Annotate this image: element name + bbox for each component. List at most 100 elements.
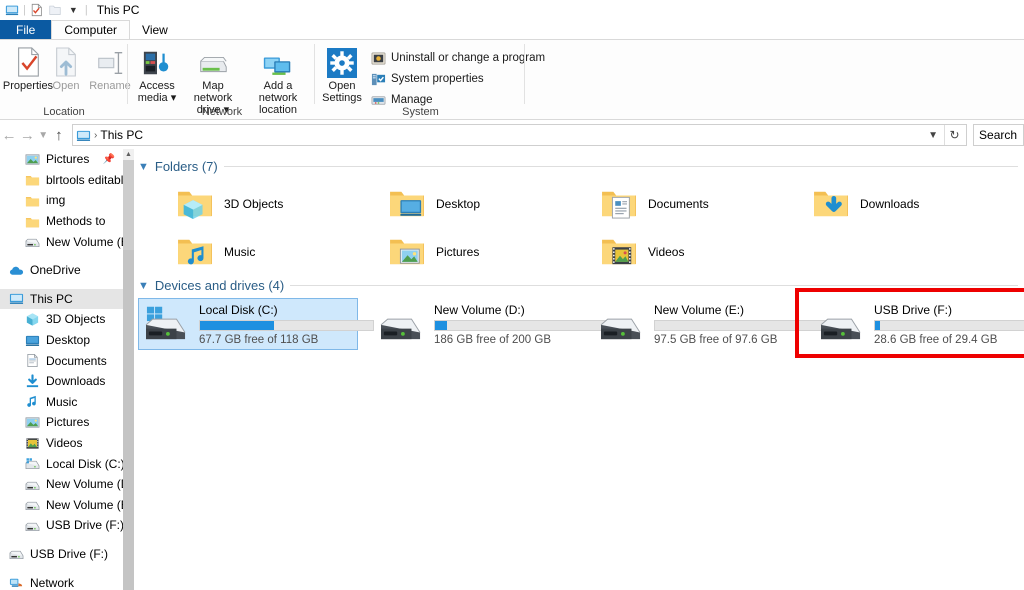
sidebar-item-pictures[interactable]: Pictures 📌 xyxy=(0,149,123,170)
drive-capacity-bar xyxy=(654,319,829,331)
drive-icon xyxy=(24,497,40,513)
sidebar-item-desktop[interactable]: Desktop xyxy=(0,330,123,351)
drive-tile[interactable]: New Volume (E:) 97.5 GB free of 97.6 GB xyxy=(594,298,829,350)
folder-tile-label: Pictures xyxy=(436,245,480,259)
uninstall-program-icon xyxy=(370,50,386,66)
sidebar-item-label: Methods to xyxy=(46,214,106,229)
navigation-scrollbar[interactable]: ▲ xyxy=(123,149,134,590)
tab-view[interactable]: View xyxy=(130,20,180,39)
sidebar-item-label: Local Disk (C:) xyxy=(46,456,123,471)
new-folder-icon[interactable] xyxy=(48,3,63,18)
items-view: ▼ Folders (7) 3D Objects Desktop Documents… xyxy=(134,149,1024,590)
recent-locations-icon[interactable]: ▼ xyxy=(37,124,50,146)
forward-arrow-icon[interactable]: → xyxy=(18,124,36,146)
drive-tile[interactable]: USB Drive (F:) 28.6 GB free of 29.4 GB xyxy=(814,298,1024,350)
breadcrumb-this-pc[interactable]: This PC xyxy=(100,128,143,142)
folder-tile[interactable]: 3D Objects xyxy=(176,182,283,226)
sidebar-item-usb-drive-f[interactable]: USB Drive (F:) xyxy=(0,544,123,565)
sidebar-item-label: This PC xyxy=(30,291,73,306)
map-network-drive-icon xyxy=(196,44,230,78)
chevron-down-icon[interactable]: ▼ xyxy=(138,280,149,292)
drive-name: USB Drive (F:) xyxy=(874,302,952,317)
pin-icon[interactable]: 📌 xyxy=(103,154,115,165)
customize-dropdown-icon[interactable]: ▼ xyxy=(66,3,81,18)
drive-free-space: 28.6 GB free of 29.4 GB xyxy=(874,333,998,346)
drive-info: New Volume (E:) 97.5 GB free of 97.6 GB xyxy=(654,303,829,346)
navigation-pane[interactable]: Pictures 📌 blrtools editable img Methods to N… xyxy=(0,149,123,590)
folder-music-icon xyxy=(176,235,214,270)
folder-tile[interactable]: Documents xyxy=(600,182,709,226)
address-bar: ← → ▼ ↑ › This PC ▼ ↻ Search xyxy=(0,121,1024,149)
tab-file[interactable]: File xyxy=(0,20,52,39)
network-icon xyxy=(8,575,24,590)
tab-computer[interactable]: Computer xyxy=(51,20,131,39)
scrollbar-thumb[interactable] xyxy=(123,160,134,250)
group-header-drives[interactable]: ▼ Devices and drives (4) xyxy=(138,278,1018,293)
sidebar-item-pictures[interactable]: Pictures xyxy=(0,412,123,433)
drive-capacity-bar xyxy=(434,319,609,331)
sidebar-item-videos[interactable]: Videos xyxy=(0,433,123,454)
open-button: Open xyxy=(44,44,88,92)
content-area: Pictures 📌 blrtools editable img Methods to N… xyxy=(0,149,1024,590)
open-settings-label: Open Settings xyxy=(322,80,362,104)
rename-label: Rename xyxy=(89,80,131,92)
sidebar-item-usb-drive-f[interactable]: USB Drive (F:) xyxy=(0,515,123,536)
sidebar-item-local-disk-c[interactable]: Local Disk (C:) xyxy=(0,453,123,474)
sidebar-item-downloads[interactable]: Downloads xyxy=(0,371,123,392)
breadcrumb[interactable]: › This PC xyxy=(75,127,922,143)
system-properties-icon xyxy=(370,71,386,87)
refresh-icon[interactable]: ↻ xyxy=(944,125,964,145)
scrollbar-track[interactable] xyxy=(123,250,134,590)
access-media-button[interactable]: Access media ▾ xyxy=(133,44,181,104)
sidebar-item-new-volume-e[interactable]: New Volume (E:) xyxy=(0,495,123,516)
drive-capacity-bar xyxy=(874,319,1024,331)
folder-pictures-icon xyxy=(388,235,426,270)
pictures-icon xyxy=(24,414,40,430)
folder-tile[interactable]: Pictures xyxy=(388,230,479,274)
group-label-drives: Devices and drives (4) xyxy=(154,278,285,293)
group-title-location: Location xyxy=(43,106,85,118)
properties-icon[interactable] xyxy=(30,3,45,18)
sidebar-item-label: Network xyxy=(30,575,75,590)
sidebar-item-documents[interactable]: Documents xyxy=(0,350,123,371)
drive-tile[interactable]: New Volume (D:) 186 GB free of 200 GB xyxy=(374,298,609,350)
drive-free-space: 67.7 GB free of 118 GB xyxy=(199,333,319,346)
add-network-location-icon xyxy=(261,44,295,78)
search-input[interactable]: Search xyxy=(973,124,1024,146)
folder-documents-icon xyxy=(600,187,638,222)
sidebar-item-new-volume-e[interactable]: New Volume (E:) xyxy=(0,231,123,252)
drive-icon xyxy=(378,302,426,346)
folder-desktop-icon xyxy=(388,187,426,222)
sidebar-item-label: New Volume (E:) xyxy=(46,234,123,249)
pictures-icon xyxy=(24,151,40,167)
open-settings-button[interactable]: Open Settings xyxy=(320,44,364,104)
sidebar-item-music[interactable]: Music xyxy=(0,392,123,413)
sidebar-item-3d-objects[interactable]: 3D Objects xyxy=(0,309,123,330)
scroll-up-icon[interactable]: ▲ xyxy=(123,149,134,160)
chevron-down-icon[interactable]: ▼ xyxy=(138,161,149,173)
sidebar-item-this-pc[interactable]: This PC xyxy=(0,288,123,310)
drive-info: Local Disk (C:) 67.7 GB free of 118 GB xyxy=(199,303,374,346)
drive-tile[interactable]: Local Disk (C:) 67.7 GB free of 118 GB xyxy=(138,298,374,350)
folder-tile[interactable]: Downloads xyxy=(812,182,919,226)
folder-tile[interactable]: Desktop xyxy=(388,182,480,226)
folder-tile-label: Music xyxy=(224,245,256,259)
folder-tile[interactable]: Music xyxy=(176,230,255,274)
up-arrow-icon[interactable]: ↑ xyxy=(50,124,68,146)
folder-tile[interactable]: Videos xyxy=(600,230,684,274)
sidebar-item-new-volume-d[interactable]: New Volume (D:) xyxy=(0,474,123,495)
sidebar-item-onedrive[interactable]: OneDrive xyxy=(0,260,123,281)
sidebar-item-methods-to[interactable]: Methods to xyxy=(0,211,123,232)
chevron-down-icon[interactable]: ▼ xyxy=(922,130,944,141)
sidebar-item-blrtools-editable[interactable]: blrtools editable xyxy=(0,170,123,191)
drive-icon xyxy=(24,476,40,492)
address-input[interactable]: › This PC ▼ ↻ xyxy=(72,124,968,146)
group-header-folders[interactable]: ▼ Folders (7) xyxy=(138,159,1018,174)
sidebar-item-network[interactable]: Network xyxy=(0,572,123,590)
uninstall-program-button[interactable]: Uninstall or change a program xyxy=(370,50,545,66)
folder-tile-label: Documents xyxy=(648,197,709,211)
back-arrow-icon[interactable]: ← xyxy=(0,124,18,146)
sidebar-item-img[interactable]: img xyxy=(0,190,123,211)
drive-capacity-fill xyxy=(200,320,275,330)
system-properties-button[interactable]: System properties xyxy=(370,71,484,87)
